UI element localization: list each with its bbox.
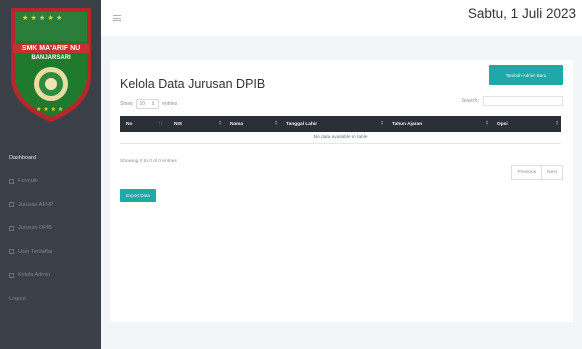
search-label: Search: xyxy=(461,98,479,104)
sidebar-item-label: User Terdaftar xyxy=(18,248,53,255)
sidebar-item-label: Jurusan DPIB xyxy=(18,225,52,232)
column-header[interactable]: NIS ⇕ xyxy=(168,116,224,132)
previous-page-button[interactable]: Previous xyxy=(512,166,541,179)
sidebar-menu: Dashboard Formulir Jurusan AFHP Jurusan … xyxy=(0,146,101,311)
sort-icon: ⇕ xyxy=(217,121,222,127)
svg-text:★ ★ ★ ★: ★ ★ ★ ★ xyxy=(36,106,63,113)
show-label: Show xyxy=(120,101,133,107)
school-logo: ★ ★ ★ ★ ★ ★ ★ ★ ★ SMK MA'ARIF NU BANJARS… xyxy=(8,6,94,124)
table-row: No data available in table xyxy=(120,132,561,144)
sidebar-item-formulir[interactable]: Formulir xyxy=(0,170,101,194)
file-icon xyxy=(9,249,14,255)
sort-icon: ⇕ xyxy=(273,121,278,127)
topbar: Sabtu, 1 Juli 2023 xyxy=(101,0,582,36)
empty-table-message: No data available in table xyxy=(120,132,561,144)
entries-select-value: 10 xyxy=(139,101,146,107)
sort-icon: ↑↓ xyxy=(158,121,163,127)
page-title: Kelola Data Jurusan DPIB xyxy=(120,77,266,91)
sidebar-item-jurusan-dpib[interactable]: Jurusan DPIB xyxy=(0,217,101,241)
svg-text:★ ★ ★ ★ ★: ★ ★ ★ ★ ★ xyxy=(22,14,62,22)
logo-school-name: SMK MA'ARIF NU xyxy=(21,45,81,52)
sidebar-item-user-terdaftar[interactable]: User Terdaftar xyxy=(0,240,101,264)
current-date: Sabtu, 1 Juli 2023 xyxy=(467,6,576,21)
page: ★ ★ ★ ★ ★ ★ ★ ★ ★ SMK MA'ARIF NU BANJARS… xyxy=(0,0,582,349)
sidebar: ★ ★ ★ ★ ★ ★ ★ ★ ★ SMK MA'ARIF NU BANJARS… xyxy=(0,0,101,349)
sidebar-item-label: Dashboard xyxy=(9,154,36,161)
column-header[interactable]: No ↑↓ xyxy=(120,116,168,132)
logo-location: BANJARSARI xyxy=(31,55,71,61)
sidebar-item-label: Kelola Admin xyxy=(18,272,51,279)
table-info: Showing 0 to 0 of 0 entries xyxy=(120,159,177,164)
sidebar-item-dashboard[interactable]: Dashboard xyxy=(0,146,101,170)
sidebar-item-kelola-admin[interactable]: Kelola Admin xyxy=(0,264,101,288)
table-search: Search: xyxy=(462,96,563,106)
data-table: No ↑↓ NIS ⇕ Nama ⇕ Tanggal Lahir ⇕ Tahun Aja… xyxy=(120,116,561,144)
main-card: Kelola Data Jurusan DPIB Tambah Admin Ba… xyxy=(110,60,573,322)
table-header-row: No ↑↓ NIS ⇕ Nama ⇕ Tanggal Lahir ⇕ Tahun Aja… xyxy=(120,116,561,132)
file-icon xyxy=(9,272,14,278)
file-icon xyxy=(9,225,14,231)
shield-logo-icon: ★ ★ ★ ★ ★ ★ ★ ★ ★ xyxy=(11,8,91,122)
entries-length-control: Show 10 ⇕ entries xyxy=(120,99,177,109)
search-input[interactable] xyxy=(483,96,563,106)
column-header[interactable]: Tahun Ajaran ⇕ xyxy=(386,116,491,132)
sidebar-item-logout[interactable]: Logout xyxy=(0,287,101,311)
column-header[interactable]: Nama ⇕ xyxy=(224,116,280,132)
sort-icon: ⇕ xyxy=(379,121,384,127)
sidebar-item-label: Logout xyxy=(9,295,26,302)
file-icon xyxy=(9,202,14,208)
hamburger-menu-icon[interactable] xyxy=(113,15,121,21)
export-data-button[interactable]: Export Data xyxy=(120,189,156,202)
pagination: Previous Next xyxy=(511,165,563,180)
entries-select[interactable]: 10 ⇕ xyxy=(135,99,160,109)
select-arrows-icon: ⇕ xyxy=(151,101,156,107)
sort-icon: ⇕ xyxy=(554,121,559,127)
column-header[interactable]: Tanggal Lahir ⇕ xyxy=(280,116,386,132)
sidebar-item-jurusan-afhp[interactable]: Jurusan AFHP xyxy=(0,193,101,217)
entries-label: entries xyxy=(162,101,178,107)
sort-icon: ⇕ xyxy=(484,121,489,127)
sidebar-item-label: Jurusan AFHP xyxy=(18,201,54,208)
column-header[interactable]: Opsi ⇕ xyxy=(491,116,561,132)
sidebar-item-label: Formulir xyxy=(18,178,39,185)
next-page-button[interactable]: Next xyxy=(541,166,562,179)
add-admin-button[interactable]: Tambah Admin Baru xyxy=(489,65,563,85)
file-icon xyxy=(9,178,14,184)
